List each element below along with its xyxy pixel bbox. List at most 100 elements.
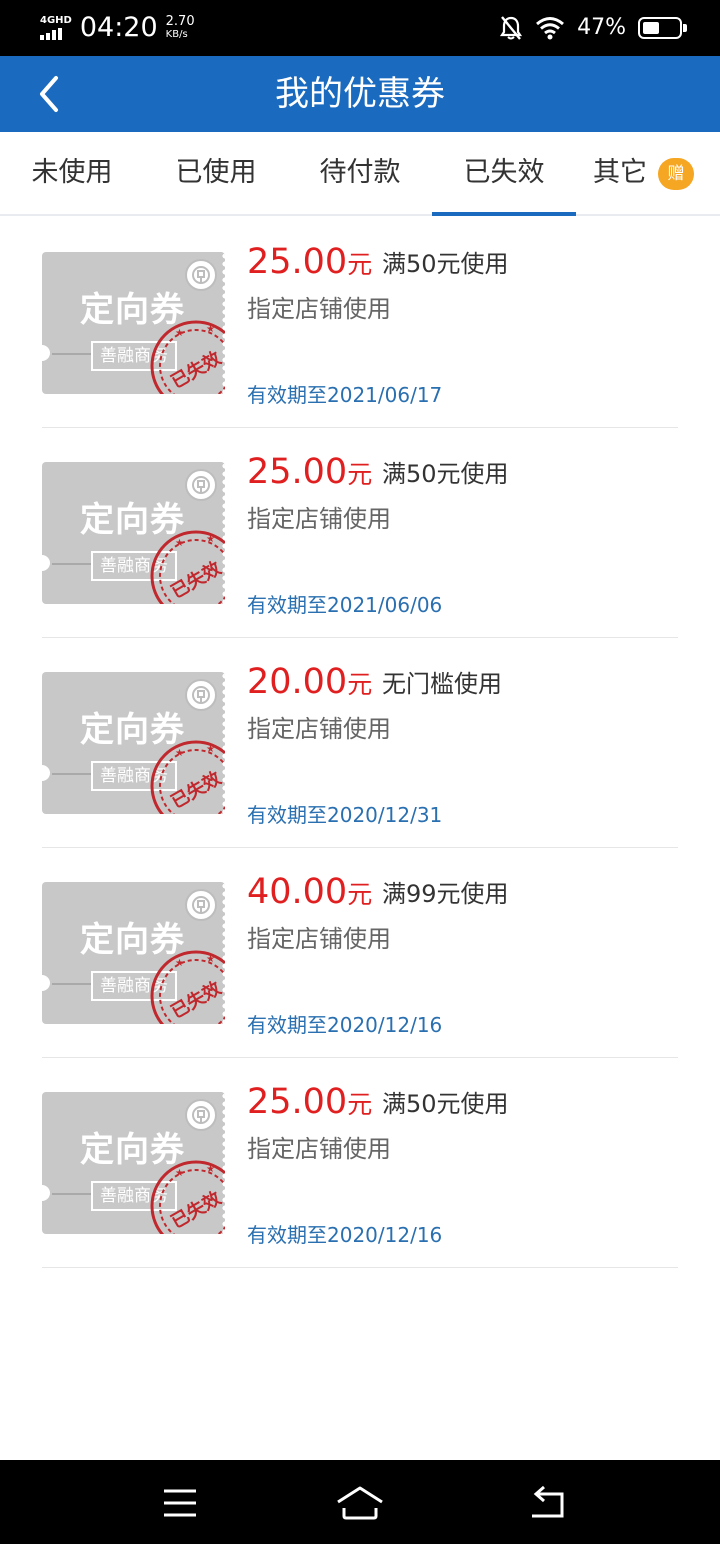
mute-bell-icon — [500, 16, 523, 40]
network-speed: 2.70 KB/s — [166, 15, 195, 41]
coupon-tabs: 未使用 已使用 待付款 已失效 其它 — [0, 132, 720, 216]
svg-text:★: ★ — [175, 748, 184, 759]
coupon-expiry: 有效期至2021/06/06 — [247, 593, 443, 617]
expired-stamp-icon: ★ ★ 已失效 — [150, 320, 225, 394]
svg-text:★: ★ — [206, 954, 215, 965]
coupon-ticket-image: 定向券 善融商务 ★ ★ 已失效 — [42, 1092, 225, 1234]
coupon-amount-unit: 元 — [347, 880, 373, 909]
ticket-serrated-edge — [219, 252, 225, 394]
battery-percent: 47% — [577, 15, 626, 40]
ccb-logo-icon — [185, 1099, 217, 1131]
menu-icon[interactable] — [150, 1478, 210, 1528]
coupon-amount-unit: 元 — [347, 670, 373, 699]
ticket-divider — [52, 773, 92, 775]
page-title: 我的优惠券 — [275, 74, 445, 114]
coupon-condition: 满50元使用 — [382, 460, 509, 488]
tab-unused[interactable]: 未使用 — [0, 132, 144, 216]
network-speed-value: 2.70 — [165, 14, 195, 29]
back-icon[interactable] — [518, 1478, 578, 1528]
expired-stamp-icon: ★ ★ 已失效 — [150, 740, 225, 814]
network-type: 4GHD — [40, 15, 72, 26]
coupon-ticket-image: 定向券 善融商务 ★ ★ 已失效 — [42, 462, 225, 604]
gift-badge: 赠 — [658, 158, 694, 190]
coupon-amount: 25.00元 — [247, 1082, 372, 1125]
coupon-scope: 指定店铺使用 — [247, 505, 391, 533]
wifi-icon — [536, 17, 565, 40]
active-tab-indicator — [432, 212, 576, 216]
coupon-amount-value: 25.00 — [247, 452, 348, 492]
ticket-notch — [42, 765, 50, 781]
battery-icon — [638, 17, 687, 39]
ticket-notch — [42, 975, 50, 991]
coupon-expiry: 有效期至2020/12/16 — [247, 1013, 443, 1037]
coupon-expiry: 有效期至2020/12/31 — [247, 803, 443, 827]
coupon-item[interactable]: 定向券 善融商务 ★ ★ 已失效 25.00元 满50元使用 指定店铺使用 有效… — [42, 1058, 678, 1268]
svg-text:★: ★ — [206, 1164, 215, 1175]
coupon-expiry: 有效期至2020/12/16 — [247, 1223, 443, 1247]
coupon-scope: 指定店铺使用 — [247, 295, 391, 323]
ticket-notch — [42, 345, 50, 361]
coupon-condition: 满50元使用 — [382, 1090, 509, 1118]
coupon-item[interactable]: 定向券 善融商务 ★ ★ 已失效 40.00元 满99元使用 指定店铺使用 有效… — [42, 848, 678, 1058]
ticket-divider — [52, 563, 92, 565]
status-bar: 4GHD 04:20 2.70 KB/s 47% — [0, 0, 720, 56]
clock: 04:20 — [79, 12, 158, 43]
ticket-serrated-edge — [219, 462, 225, 604]
expired-stamp-icon: ★ ★ 已失效 — [150, 950, 225, 1024]
ticket-notch — [42, 1185, 50, 1201]
coupon-condition: 满99元使用 — [382, 880, 509, 908]
ticket-divider — [52, 1193, 92, 1195]
system-nav-bar — [0, 1460, 720, 1544]
coupon-amount-value: 20.00 — [247, 662, 348, 702]
coupon-expiry: 有效期至2021/06/17 — [247, 383, 443, 407]
expired-stamp-icon: ★ ★ 已失效 — [150, 530, 225, 604]
ccb-logo-icon — [185, 889, 217, 921]
coupon-amount: 20.00元 — [247, 662, 372, 705]
ticket-serrated-edge — [219, 1092, 225, 1234]
coupon-amount-value: 25.00 — [247, 242, 348, 282]
coupon-ticket-image: 定向券 善融商务 ★ ★ 已失效 — [42, 252, 225, 394]
coupon-amount-value: 40.00 — [247, 872, 348, 912]
svg-text:★: ★ — [175, 328, 184, 339]
coupon-ticket-image: 定向券 善融商务 ★ ★ 已失效 — [42, 882, 225, 1024]
svg-text:★: ★ — [175, 538, 184, 549]
coupon-scope: 指定店铺使用 — [247, 925, 391, 953]
svg-text:★: ★ — [206, 324, 215, 335]
tab-pending-payment[interactable]: 待付款 — [288, 132, 432, 216]
coupon-item[interactable]: 定向券 善融商务 ★ ★ 已失效 20.00元 无门槛使用 指定店铺使用 有效期… — [42, 638, 678, 848]
svg-text:★: ★ — [206, 744, 215, 755]
svg-text:★: ★ — [206, 534, 215, 545]
svg-text:已失效: 已失效 — [167, 556, 225, 603]
expired-stamp-icon: ★ ★ 已失效 — [150, 1160, 225, 1234]
ccb-logo-icon — [185, 259, 217, 291]
coupon-ticket-image: 定向券 善融商务 ★ ★ 已失效 — [42, 672, 225, 814]
ticket-notch — [42, 555, 50, 571]
coupon-amount-value: 25.00 — [247, 1082, 348, 1122]
ticket-divider — [52, 983, 92, 985]
home-icon[interactable] — [330, 1478, 390, 1528]
coupon-condition: 满50元使用 — [382, 250, 509, 278]
network-speed-unit: KB/s — [165, 29, 188, 40]
title-bar: 我的优惠券 — [0, 56, 720, 132]
svg-text:已失效: 已失效 — [167, 766, 225, 813]
status-right: 47% — [499, 14, 687, 42]
coupon-amount-unit: 元 — [347, 1090, 373, 1119]
coupon-item[interactable]: 定向券 善融商务 ★ ★ 已失效 25.00元 满50元使用 指定店铺使用 有效… — [42, 428, 678, 638]
back-arrow-icon[interactable] — [34, 74, 70, 114]
coupon-item[interactable]: 定向券 善融商务 ★ ★ 已失效 25.00元 满50元使用 指定店铺使用 有效… — [42, 218, 678, 428]
coupon-scope: 指定店铺使用 — [247, 1135, 391, 1163]
coupon-amount-unit: 元 — [347, 250, 373, 279]
coupon-scope: 指定店铺使用 — [247, 715, 391, 743]
signal-bars-icon — [40, 28, 62, 40]
status-left: 4GHD 04:20 2.70 KB/s — [40, 12, 195, 44]
coupon-amount: 25.00元 — [247, 452, 372, 495]
svg-text:★: ★ — [175, 958, 184, 969]
coupon-amount-unit: 元 — [347, 460, 373, 489]
coupon-amount: 25.00元 — [247, 242, 372, 285]
ticket-serrated-edge — [219, 672, 225, 814]
tab-used[interactable]: 已使用 — [144, 132, 288, 216]
svg-text:已失效: 已失效 — [167, 346, 225, 393]
battery-fill — [643, 22, 659, 34]
ticket-serrated-edge — [219, 882, 225, 1024]
svg-text:已失效: 已失效 — [167, 1186, 225, 1233]
